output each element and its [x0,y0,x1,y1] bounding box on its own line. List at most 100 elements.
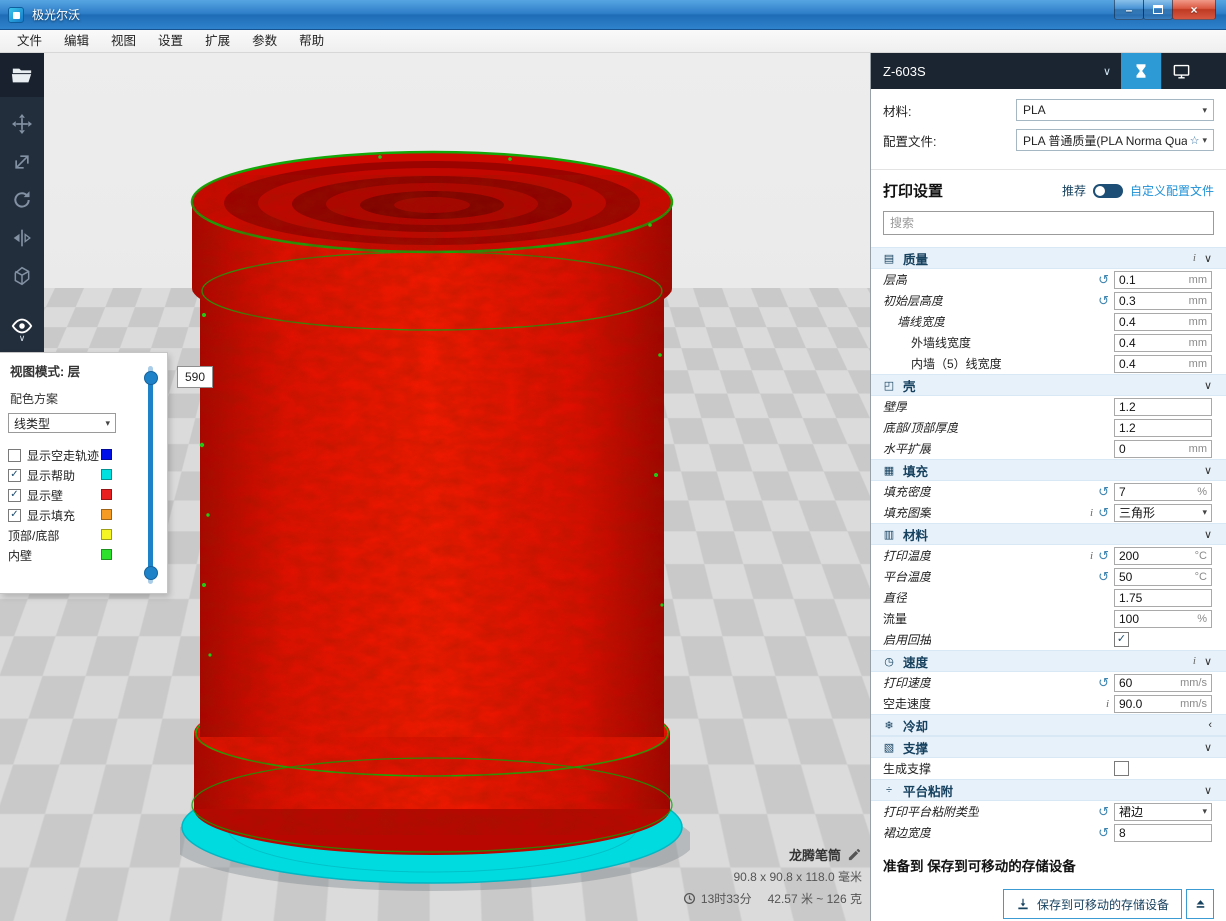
profile-label: 配置文件: [883,131,1016,150]
close-button[interactable]: × [1172,0,1216,20]
revert-icon[interactable]: ↺ [1098,826,1109,839]
revert-icon[interactable]: ↺ [1098,570,1109,583]
setting-control: 50°C [1114,568,1212,586]
recommended-label: 推荐 [1062,182,1086,199]
menu-item[interactable]: 视图 [100,30,147,52]
legend-checkbox[interactable]: ✓ [8,509,21,522]
section-header[interactable]: ❄冷却‹ [871,714,1226,736]
chevron-down-icon[interactable]: ∨ [1204,741,1212,754]
material-dropdown[interactable]: PLA ▾ [1016,99,1214,121]
revert-icon[interactable]: ↺ [1098,273,1109,286]
chevron-left-icon[interactable]: ‹ [1208,719,1212,731]
chevron-down-icon[interactable]: ∨ [1204,464,1212,477]
printer-selector[interactable]: Z-603S ∨ [871,53,1121,89]
info-icon[interactable]: i [1106,698,1109,710]
info-icon[interactable]: i [1090,550,1093,562]
revert-icon[interactable]: ↺ [1098,294,1109,307]
section-header[interactable]: ▦填充∨ [871,459,1226,481]
setting-input[interactable]: 0mm [1114,440,1212,458]
machine-bar: Z-603S ∨ [871,53,1226,89]
rotate-tool-button[interactable] [0,181,44,219]
eject-button[interactable] [1186,889,1214,919]
setting-input[interactable]: 0.4mm [1114,355,1212,373]
legend-color-swatch [101,469,112,480]
legend-label: 显示空走轨迹 [27,447,99,464]
section-header-icons: ∨ [1204,379,1212,392]
chevron-down-icon[interactable]: ∨ [1204,252,1212,265]
chevron-down-icon[interactable]: ∨ [1204,528,1212,541]
search-input[interactable] [883,211,1214,235]
revert-icon[interactable]: ↺ [1098,506,1109,519]
chevron-down-icon[interactable]: ∨ [1204,655,1212,668]
revert-icon[interactable]: ↺ [1098,485,1109,498]
revert-icon[interactable]: ↺ [1098,805,1109,818]
info-icon[interactable]: i [1090,507,1093,519]
menu-item[interactable]: 参数 [241,30,288,52]
setting-input[interactable]: 1.2 [1114,419,1212,437]
menu-bar: 文件编辑视图设置扩展参数帮助 [0,30,1226,53]
info-icon[interactable]: i [1193,252,1196,264]
menu-item[interactable]: 文件 [6,30,53,52]
profile-dropdown[interactable]: PLA 普通质量(PLA Norma Qua ☆ ▾ [1016,129,1214,151]
view-mode-button[interactable]: ∨ [0,307,44,353]
monitor-tab[interactable] [1161,53,1201,89]
setting-dropdown[interactable]: 裙边▾ [1114,803,1212,821]
setting-input[interactable]: 50°C [1114,568,1212,586]
legend-checkbox[interactable] [8,449,21,462]
revert-icon[interactable]: ↺ [1098,549,1109,562]
setting-unit: °C [1195,571,1207,583]
setting-input[interactable]: 100% [1114,610,1212,628]
scale-tool-button[interactable] [0,143,44,181]
setting-input[interactable]: 0.1mm [1114,271,1212,289]
legend-checkbox[interactable]: ✓ [8,489,21,502]
menu-item[interactable]: 帮助 [288,30,335,52]
menu-item[interactable]: 设置 [147,30,194,52]
setting-control: 1.2 [1114,419,1212,437]
layer-slider-handle-bottom[interactable] [144,566,158,580]
menu-item[interactable]: 扩展 [194,30,241,52]
setting-checkbox[interactable]: ✓ [1114,632,1129,647]
setting-value: 三角形 [1119,504,1202,521]
prepare-tab[interactable] [1121,53,1161,89]
move-tool-button[interactable] [0,105,44,143]
save-button[interactable]: 保存到可移动的存储设备 [1003,889,1182,919]
revert-icon[interactable]: ↺ [1098,676,1109,689]
layer-slider-handle-top[interactable] [144,371,158,385]
menu-item[interactable]: 编辑 [53,30,100,52]
custom-profile-link[interactable]: 自定义配置文件 [1130,182,1214,199]
chevron-down-icon[interactable]: ∨ [1204,379,1212,392]
section-header[interactable]: ▥材料∨ [871,523,1226,545]
setting-input[interactable]: 8 [1114,824,1212,842]
setting-input[interactable]: 0.3mm [1114,292,1212,310]
maximize-button[interactable] [1143,0,1173,20]
section-header[interactable]: ▤质量i∨ [871,247,1226,269]
section-header[interactable]: ◰壳∨ [871,374,1226,396]
setting-input[interactable]: 1.75 [1114,589,1212,607]
setting-label: 层高 [871,271,907,288]
per-model-settings-tool-button[interactable] [0,257,44,295]
section-header[interactable]: ÷平台粘附∨ [871,779,1226,801]
setting-value: 7 [1119,485,1197,499]
open-file-button[interactable] [0,53,44,97]
line-type-dropdown[interactable]: 线类型 ▾ [8,413,116,433]
section-header[interactable]: ▧支撑∨ [871,736,1226,758]
section-header[interactable]: ◷速度i∨ [871,650,1226,672]
setting-input[interactable]: 0.4mm [1114,313,1212,331]
legend-checkbox[interactable]: ✓ [8,469,21,482]
setting-input[interactable]: 60mm/s [1114,674,1212,692]
setting-input[interactable]: 200°C [1114,547,1212,565]
folder-open-icon [11,64,33,86]
setting-dropdown[interactable]: 三角形▾ [1114,504,1212,522]
info-icon[interactable]: i [1193,655,1196,667]
model-3d[interactable] [180,145,690,895]
setting-input[interactable]: 0.4mm [1114,334,1212,352]
chevron-down-icon[interactable]: ∨ [1204,784,1212,797]
setting-input[interactable]: 90.0mm/s [1114,695,1212,713]
setting-checkbox[interactable] [1114,761,1129,776]
setting-input[interactable]: 7% [1114,483,1212,501]
edit-pencil-icon[interactable] [847,847,862,862]
minimize-button[interactable]: – [1114,0,1144,20]
settings-mode-toggle[interactable] [1093,184,1123,198]
mirror-tool-button[interactable] [0,219,44,257]
setting-input[interactable]: 1.2 [1114,398,1212,416]
